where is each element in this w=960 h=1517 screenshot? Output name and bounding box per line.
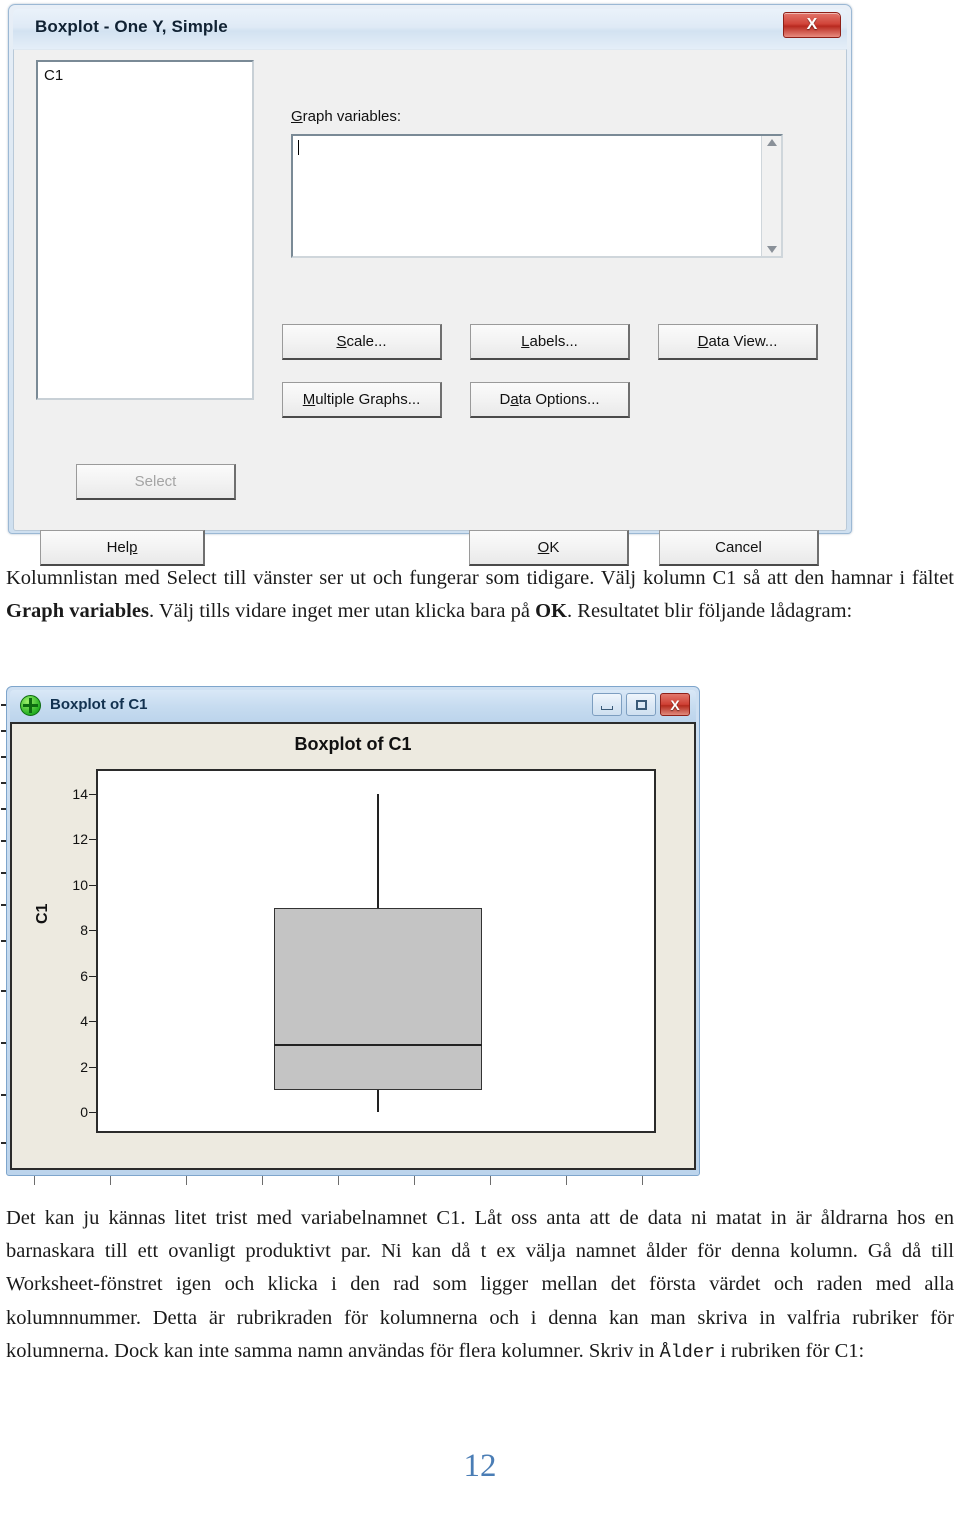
boxplot-median-line [274,1044,482,1046]
y-axis-tick-label: 14 [72,785,88,802]
dialog-title: Boxplot - One Y, Simple [35,17,228,36]
text-caret [298,140,299,155]
y-axis-tick-mark [89,1021,96,1023]
prose-top-part2: . Välj tills vidare inget mer utan klick… [148,600,536,623]
dialog-titlebar: Boxplot - One Y, Simple X [13,9,847,49]
boxplot-box [274,907,482,1090]
close-icon[interactable]: X [660,693,690,716]
data-options-button[interactable]: Data Options... [470,382,630,418]
graph-canvas: Boxplot of C1 C1 0 2 4 6 8 10 12 14 [10,722,696,1170]
plot-area [96,769,656,1133]
ok-button[interactable]: OK [469,530,629,566]
labels-button[interactable]: Labels... [470,324,630,360]
prose-bottom-part2: i rubriken för C1: [715,1339,865,1362]
boxplot-lower-whisker [377,1089,379,1113]
y-axis-tick-label: 10 [72,876,88,893]
multiple-graphs-button[interactable]: Multiple Graphs... [282,382,442,418]
graph-variables-field[interactable] [291,134,783,258]
y-axis-tick-label: 2 [80,1058,88,1075]
minimize-icon[interactable] [592,693,622,716]
y-axis-tick-label: 6 [80,967,88,984]
chart-title: Boxplot of C1 [294,734,412,754]
prose-top-bold2: OK [535,600,568,623]
data-view-button[interactable]: Data View... [658,324,818,360]
help-button[interactable]: Help [40,530,205,566]
graph-window-titlebar: Boxplot of C1 X [10,690,696,722]
minitab-graph-icon [20,695,41,716]
y-axis-tick-label: 12 [72,831,88,848]
graph-window: Boxplot of C1 X Boxplot of C1 C1 0 2 4 6 8 10… [6,686,700,1176]
page-number: 12 [463,1448,497,1484]
dialog-body: C1 Graph variables: Scale... Labels... D… [13,49,847,566]
y-axis-tick-mark [89,793,96,795]
maximize-icon[interactable] [626,693,656,716]
graph-window-title: Boxplot of C1 [50,696,148,713]
boxplot-upper-whisker [377,793,379,908]
y-axis-tick-label: 4 [80,1013,88,1030]
y-axis-tick-mark [89,930,96,932]
graph-window-controls: X [592,693,690,716]
y-axis-tick-mark [89,1066,96,1068]
y-axis-label: C1 [34,903,51,924]
prose-top-part3: . Resultatet blir följande lådagram: [567,600,853,623]
y-axis-tick-mark [89,975,96,977]
prose-top-part1: Kolumnlistan med Select till vänster ser… [6,567,954,589]
graph-variables-input[interactable] [293,136,761,256]
prose-top-bold1: Graph variables [6,600,149,623]
list-item[interactable]: C1 [44,67,246,85]
scroll-down-icon[interactable] [766,246,777,253]
instruction-paragraph-top: Kolumnlistan med Select till vänster ser… [6,562,954,628]
y-axis-tick-mark [89,884,96,886]
close-icon[interactable]: X [783,12,841,38]
boxplot-dialog: Boxplot - One Y, Simple X C1 Graph varia… [8,4,852,566]
instruction-paragraph-bottom: Det kan ju kännas litet trist med variab… [6,1202,954,1368]
variable-list[interactable]: C1 [36,60,254,400]
scale-button[interactable]: Scale... [282,324,442,360]
y-axis-tick-mark [89,1112,96,1114]
y-axis-tick-label: 0 [80,1104,88,1121]
graph-variables-label: Graph variables: [291,108,402,125]
y-axis-tick-mark [89,839,96,841]
select-button[interactable]: Select [76,464,236,500]
cancel-button[interactable]: Cancel [659,530,819,566]
scroll-up-icon[interactable] [766,139,777,146]
prose-bottom-mono: Ålder [659,1341,716,1363]
prose-bottom-part1: Det kan ju kännas litet trist med variab… [6,1207,954,1362]
graph-variables-scrollbar[interactable] [761,136,781,256]
y-axis-tick-label: 8 [80,922,88,939]
